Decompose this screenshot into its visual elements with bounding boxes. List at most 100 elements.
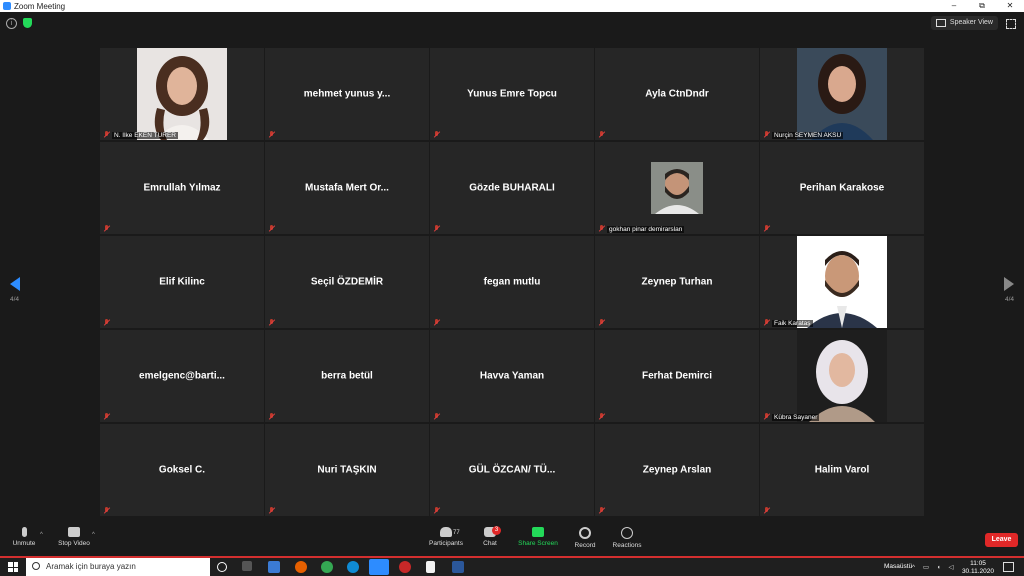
page-indicator-right: 4/4 <box>1004 296 1014 303</box>
participant-name: Seçil ÖZDEMİR <box>310 276 384 288</box>
muted-mic-icon <box>763 507 770 514</box>
participant-tile[interactable]: Nurçin SEYMEN AKSU <box>760 48 924 140</box>
muted-mic-icon <box>268 319 275 326</box>
participant-name: Goksel C. <box>158 464 206 476</box>
participant-tile[interactable]: GÜL ÖZCAN/ TÜ... <box>430 424 594 516</box>
search-placeholder: Aramak için buraya yazın <box>46 562 136 571</box>
participant-tile[interactable]: fegan mutlu <box>430 236 594 328</box>
next-page-arrow-icon[interactable] <box>1004 277 1014 291</box>
participant-tile[interactable]: Elif Kilinc <box>100 236 264 328</box>
previous-page-arrow-icon[interactable] <box>10 277 20 291</box>
search-icon <box>32 562 40 570</box>
participant-tile[interactable]: Zeynep Arslan <box>595 424 759 516</box>
participant-name: Ayla CtnDndr <box>645 88 709 100</box>
participant-tile[interactable]: Ayla CtnDndr <box>595 48 759 140</box>
unmute-button[interactable]: Unmute <box>10 527 38 547</box>
microphone-muted-icon <box>21 527 27 537</box>
muted-mic-icon <box>598 413 605 420</box>
windows-start-icon[interactable] <box>8 562 18 572</box>
stop-video-label: Stop Video <box>58 540 90 547</box>
participants-label: Participants <box>429 540 463 547</box>
restore-button[interactable]: ⧉ <box>968 0 996 12</box>
participant-tile[interactable]: Halim Varol <box>760 424 924 516</box>
share-screen-label: Share Screen <box>518 540 558 547</box>
participant-name: Gözde BUHARALI <box>469 182 555 194</box>
participant-tile[interactable]: Zeynep Turhan <box>595 236 759 328</box>
speaker-view-button[interactable]: Speaker View <box>930 16 998 30</box>
minimize-button[interactable]: – <box>940 0 968 12</box>
share-screen-button[interactable]: Share Screen <box>516 527 560 547</box>
participant-name: Nuri TAŞKIN <box>317 464 377 476</box>
gallery-grid: N. Ilke EKEN TURER mehmet yunus y... Yun… <box>100 48 924 518</box>
cortana-icon[interactable] <box>217 562 227 572</box>
window-controls: – ⧉ ✕ <box>940 0 1024 12</box>
participant-tile[interactable]: mehmet yunus y... <box>265 48 429 140</box>
muted-mic-icon <box>433 413 440 420</box>
participant-label: gokhan pinar demirarslan <box>607 226 685 233</box>
participant-name: Mustafa Mert Or... <box>305 182 389 194</box>
document-icon[interactable] <box>426 561 435 573</box>
participant-tile[interactable]: Yunus Emre Topcu <box>430 48 594 140</box>
participant-tile[interactable]: N. Ilke EKEN TURER <box>100 48 264 140</box>
window-titlebar: Zoom Meeting – ⧉ ✕ <box>0 0 1024 12</box>
participant-name: Elif Kilinc <box>159 276 205 288</box>
participant-tile[interactable]: gokhan pinar demirarslan <box>595 142 759 234</box>
task-view-icon[interactable] <box>242 561 252 571</box>
info-icon[interactable]: i <box>6 18 17 29</box>
participant-tile[interactable]: emelgenc@barti... <box>100 330 264 422</box>
participant-tile[interactable]: Ferhat Demirci <box>595 330 759 422</box>
participant-tile[interactable]: Mustafa Mert Or... <box>265 142 429 234</box>
system-tray-icons[interactable]: ^ ▭ ◖ ◁ <box>912 563 957 571</box>
muted-mic-icon <box>433 507 440 514</box>
participants-button[interactable]: Participants <box>426 527 466 547</box>
chat-label: Chat <box>483 540 497 547</box>
desktop-toolbar-label[interactable]: Masaüstü <box>884 563 912 570</box>
leave-button[interactable]: Leave <box>985 533 1018 547</box>
participant-tile[interactable]: Emrullah Yılmaz <box>100 142 264 234</box>
recorder-icon[interactable] <box>399 561 411 573</box>
participant-name: Zeynep Turhan <box>641 276 713 288</box>
zoom-app-icon <box>3 2 11 10</box>
participant-name: berra betül <box>321 370 373 382</box>
muted-mic-icon <box>103 507 110 514</box>
participant-tile[interactable]: berra betül <box>265 330 429 422</box>
participant-tile[interactable]: Gözde BUHARALI <box>430 142 594 234</box>
reactions-button[interactable]: Reactions <box>611 527 643 549</box>
participant-label: N. Ilke EKEN TURER <box>112 132 179 139</box>
chrome-icon[interactable] <box>321 561 333 573</box>
participant-tile[interactable]: Kübra Sayaner <box>760 330 924 422</box>
stop-video-button[interactable]: Stop Video <box>54 527 94 547</box>
unmute-label: Unmute <box>12 540 36 547</box>
participant-photo <box>137 48 227 140</box>
taskbar-search-box[interactable]: Aramak için buraya yazın <box>26 558 210 576</box>
firefox-icon[interactable] <box>295 561 307 573</box>
participant-name: GÜL ÖZCAN/ TÜ... <box>468 464 556 476</box>
participant-tile[interactable]: Nuri TAŞKIN <box>265 424 429 516</box>
participant-tile[interactable]: Seçil ÖZDEMİR <box>265 236 429 328</box>
notifications-icon[interactable] <box>1003 562 1014 572</box>
shield-icon[interactable] <box>23 18 32 28</box>
fullscreen-icon[interactable] <box>1006 19 1016 29</box>
record-button[interactable]: Record <box>573 527 597 549</box>
video-options-caret-icon[interactable]: ^ <box>92 532 95 538</box>
participants-icon <box>440 527 452 537</box>
muted-mic-icon <box>268 413 275 420</box>
audio-options-caret-icon[interactable]: ^ <box>40 532 43 538</box>
sap-app-icon[interactable] <box>268 561 280 573</box>
muted-mic-icon <box>598 507 605 514</box>
meeting-topbar: i Speaker View <box>0 12 1024 34</box>
word-icon[interactable] <box>452 561 464 573</box>
participants-count: 77 <box>453 530 460 536</box>
clock[interactable]: 11:05 30.11.2020 <box>962 560 994 575</box>
participant-tile[interactable]: Faik Karataş <box>760 236 924 328</box>
video-camera-icon <box>68 527 80 537</box>
participant-name: mehmet yunus y... <box>303 88 391 100</box>
close-button[interactable]: ✕ <box>996 0 1024 12</box>
participant-tile[interactable]: Goksel C. <box>100 424 264 516</box>
speaker-view-icon <box>935 19 946 27</box>
muted-mic-icon <box>268 507 275 514</box>
participant-tile[interactable]: Havva Yaman <box>430 330 594 422</box>
edge-icon[interactable] <box>347 561 359 573</box>
zoom-taskbar-icon[interactable] <box>369 559 389 575</box>
participant-tile[interactable]: Perihan Karakose <box>760 142 924 234</box>
